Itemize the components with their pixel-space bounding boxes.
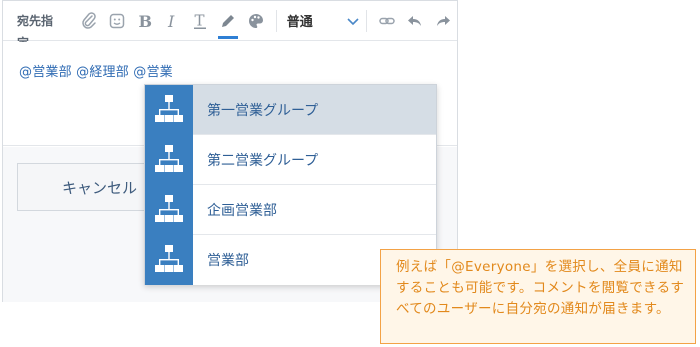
editor-toolbar: 宛先指定 B I T 普通 (3, 1, 457, 50)
group-icon (145, 134, 193, 185)
recipient-button[interactable]: 宛先指定 (3, 10, 75, 50)
svg-text:B: B (139, 12, 153, 30)
svg-text:I: I (167, 12, 175, 30)
suggestion-item[interactable]: 第二営業グループ (145, 134, 436, 185)
annotation-note: 例えば「@Everyone」を選択し、全員に通知することも可能です。コメントを閲… (380, 249, 696, 344)
format-select[interactable]: 普通 (283, 7, 361, 35)
group-icon (145, 235, 193, 285)
suggestion-label: 第一営業グループ (207, 102, 319, 119)
suggestion-label: 第二営業グループ (207, 152, 319, 169)
attachment-icon[interactable] (75, 7, 103, 35)
svg-text:T: T (195, 12, 205, 30)
redo-icon[interactable] (429, 7, 457, 35)
group-icon (145, 84, 193, 135)
italic-icon[interactable]: I (158, 7, 186, 35)
underline-icon[interactable]: T (186, 7, 214, 35)
link-icon[interactable] (373, 7, 401, 35)
toolbar-divider (366, 9, 368, 32)
format-select-value: 普通 (286, 15, 313, 30)
mention-text: @営業部 @経理部 @営業 (19, 65, 173, 80)
suggestion-item[interactable]: 企画営業部 (145, 184, 436, 235)
palette-icon[interactable] (242, 7, 270, 35)
suggestion-label: 企画営業部 (207, 202, 277, 219)
emoji-icon[interactable] (103, 7, 131, 35)
undo-icon[interactable] (401, 7, 429, 35)
suggestion-label: 営業部 (207, 253, 249, 269)
group-icon (145, 184, 193, 235)
bold-icon[interactable]: B (131, 7, 159, 35)
toolbar-divider (275, 9, 277, 32)
suggestion-item[interactable]: 第一営業グループ (145, 84, 436, 135)
pen-icon[interactable] (214, 7, 242, 39)
chevron-down-icon (347, 17, 359, 25)
page: 宛先指定 B I T 普通 (0, 0, 700, 347)
